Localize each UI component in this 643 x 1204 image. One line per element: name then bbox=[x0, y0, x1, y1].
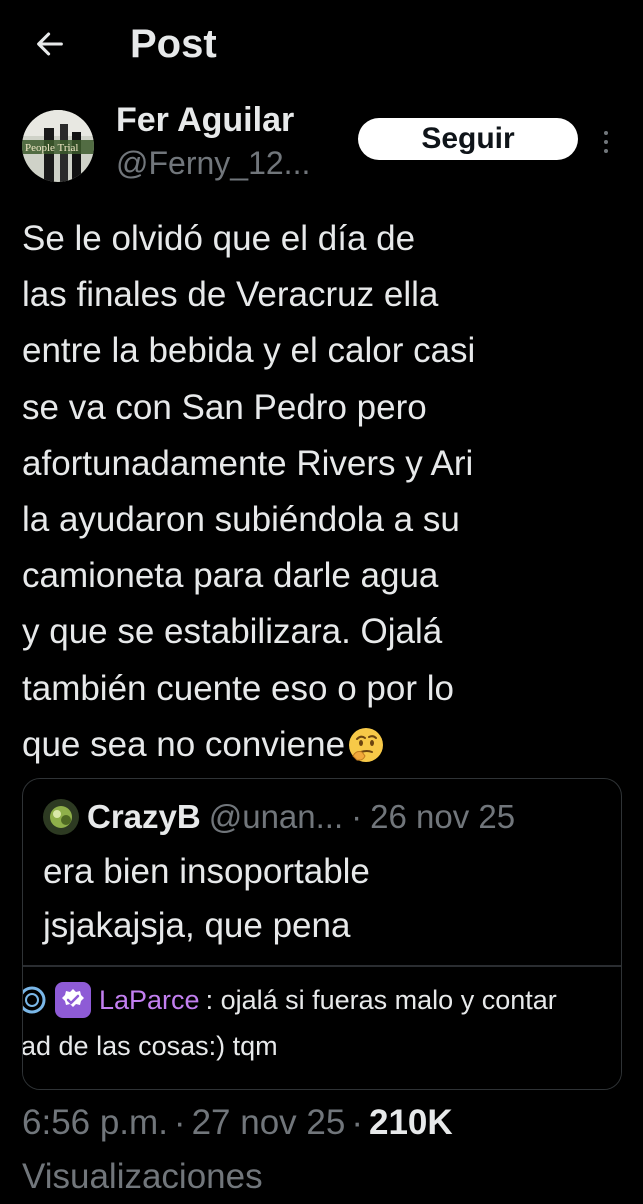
quoted-post[interactable]: CrazyB @unan... · 26 nov 25 era bien ins… bbox=[22, 778, 622, 1090]
tweet-line: que sea no conviene bbox=[22, 724, 346, 764]
more-vertical-icon bbox=[604, 131, 608, 135]
views-count: 210K bbox=[368, 1103, 453, 1142]
more-options-button[interactable] bbox=[594, 122, 618, 162]
tweet-line: también cuente eso o por lo bbox=[22, 668, 454, 708]
back-button[interactable] bbox=[26, 20, 74, 68]
author-name[interactable]: Fer Aguilar bbox=[116, 98, 294, 142]
post-date[interactable]: 27 nov 25 bbox=[192, 1103, 346, 1142]
meta-separator: · bbox=[351, 1103, 363, 1142]
tweet-line: y que se estabilizara. Ojalá bbox=[22, 612, 443, 652]
meta-separator: · bbox=[173, 1103, 186, 1142]
tweet-line: se va con San Pedro pero bbox=[22, 387, 427, 427]
quote-line: jsjakajsja, que pena bbox=[43, 906, 351, 945]
quote-line: era bien insoportable bbox=[43, 852, 370, 891]
chat-username: LaParce bbox=[99, 984, 200, 1015]
tweet-line: la ayudaron subiéndola a su bbox=[22, 500, 460, 540]
more-dot bbox=[604, 140, 608, 144]
top-bar: Post bbox=[0, 0, 643, 88]
post-time[interactable]: 6:56 p.m. bbox=[22, 1103, 168, 1142]
tweet-text: Se le olvidó que el día de las finales d… bbox=[22, 211, 622, 781]
thinking-face-emoji bbox=[347, 725, 385, 781]
tweet-last-line: que sea no conviene bbox=[22, 717, 622, 781]
tweet-line: entre la bebida y el calor casi bbox=[22, 331, 476, 371]
ring-icon bbox=[23, 986, 46, 1014]
avatar[interactable]: People Trial bbox=[22, 110, 94, 182]
more-dot bbox=[604, 149, 608, 153]
quote-author-handle: @unan... bbox=[208, 798, 344, 835]
tweet-line: afortunadamente Rivers y Ari bbox=[22, 443, 474, 483]
tweet-line: Se le olvidó que el día de bbox=[22, 219, 416, 258]
author-row: People Trial Fer Aguilar @Ferny_12... Se… bbox=[0, 96, 643, 196]
tweet-line: camioneta para darle agua bbox=[22, 556, 439, 596]
svg-text:People Trial: People Trial bbox=[25, 142, 78, 154]
follow-button[interactable]: Seguir bbox=[358, 118, 578, 160]
post-meta: 6:56 p.m. · 27 nov 25 · 210K Visualizaciones bbox=[22, 1096, 622, 1204]
views-label: Visualizaciones bbox=[22, 1157, 263, 1196]
quote-text: era bien insoportable jsjakajsja, que pe… bbox=[43, 845, 370, 953]
chat-message-continued: ad de las cosas:) tqm bbox=[23, 1031, 278, 1061]
quote-avatar[interactable] bbox=[43, 799, 79, 835]
quote-date: 26 nov 25 bbox=[370, 798, 516, 835]
avatar-image: People Trial bbox=[22, 110, 94, 182]
chat-message-row: LaParce : ojalá si fueras malo y contar bbox=[23, 981, 557, 1019]
tweet-line: las finales de Veracruz ella bbox=[22, 275, 439, 315]
post-meta-row: 6:56 p.m. · 27 nov 25 · 210K bbox=[22, 1096, 622, 1150]
quote-author-name: CrazyB bbox=[87, 798, 201, 835]
quote-media-image[interactable]: LaParce : ojalá si fueras malo y contar … bbox=[23, 965, 621, 1089]
arrow-left-icon bbox=[37, 32, 63, 56]
author-handle[interactable]: @Ferny_12... bbox=[116, 142, 310, 184]
quote-separator: · bbox=[351, 798, 363, 835]
verified-badge-icon bbox=[55, 982, 91, 1018]
chat-message: : ojalá si fueras malo y contar bbox=[205, 984, 557, 1015]
page-title: Post bbox=[130, 22, 217, 66]
quote-header: CrazyB @unan... · 26 nov 25 bbox=[43, 795, 515, 839]
